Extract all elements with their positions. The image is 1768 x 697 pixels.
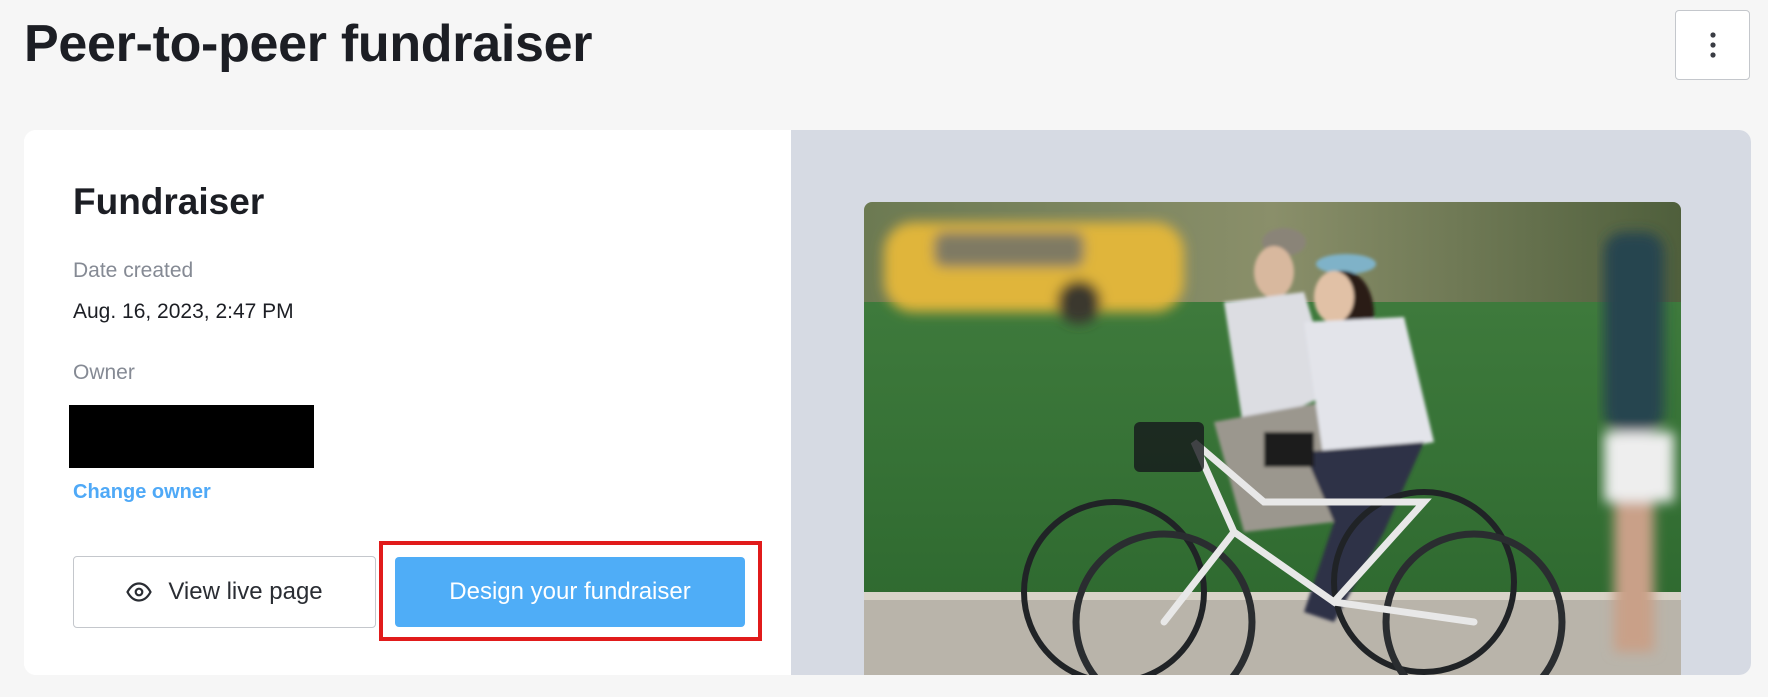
vertical-ellipsis-icon (1709, 32, 1717, 58)
design-fundraiser-label: Design your fundraiser (449, 578, 691, 605)
owner-label: Owner (73, 361, 135, 384)
more-options-button[interactable] (1675, 10, 1750, 80)
change-owner-link[interactable]: Change owner (73, 478, 211, 506)
eye-icon (126, 582, 153, 602)
date-created-label: Date created (73, 259, 194, 282)
page-title: Peer-to-peer fundraiser (24, 15, 593, 73)
date-created-value: Aug. 16, 2023, 2:47 PM (73, 300, 294, 323)
view-live-page-button[interactable]: View live page (73, 556, 376, 628)
fundraiser-details-panel: Fundraiser Date created Aug. 16, 2023, 2… (24, 130, 791, 675)
fundraiser-card: Fundraiser Date created Aug. 16, 2023, 2… (24, 130, 1751, 675)
owner-value-redacted (69, 405, 314, 468)
design-fundraiser-button[interactable]: Design your fundraiser (395, 557, 745, 627)
section-title: Fundraiser (73, 181, 265, 222)
hero-image (864, 202, 1681, 675)
view-live-page-label: View live page (168, 578, 323, 605)
